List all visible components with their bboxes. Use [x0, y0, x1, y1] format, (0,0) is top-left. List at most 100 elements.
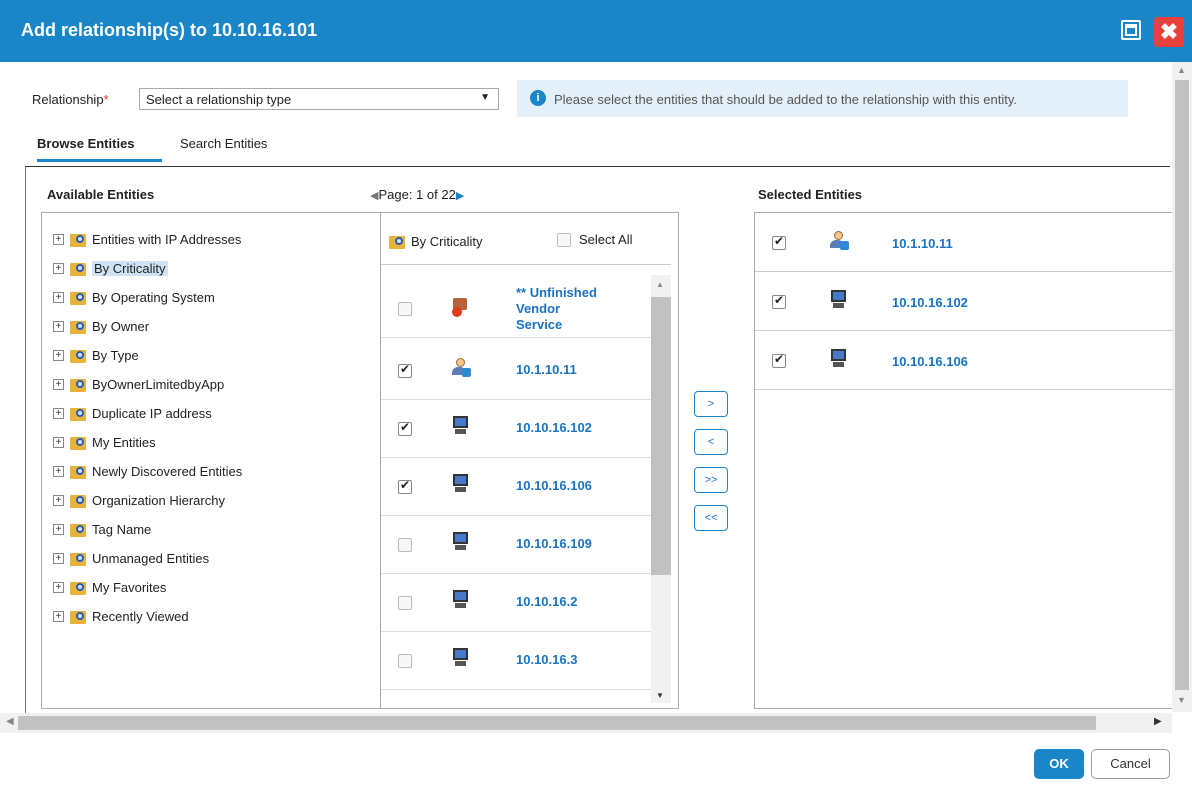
select-all[interactable]: Select All [557, 232, 632, 247]
tree-item-label: Recently Viewed [92, 608, 189, 624]
selected-item[interactable]: 10.1.10.11 [755, 213, 1175, 272]
entity-link[interactable]: 10.10.16.3 [516, 652, 577, 667]
add-selected-button[interactable]: > [694, 391, 728, 417]
tree-item-label: Unmanaged Entities [92, 550, 210, 566]
selected-entity-link[interactable]: 10.1.10.11 [892, 236, 953, 251]
dialog-vertical-scrollbar[interactable]: ▲ ▼ [1172, 62, 1192, 712]
list-item[interactable]: 10.10.16.3 [381, 632, 651, 690]
expand-icon[interactable]: + [53, 349, 64, 361]
dialog-titlebar: Add relationship(s) to 10.10.16.101 ✖ [0, 0, 1192, 62]
entity-link[interactable]: 10.10.16.2 [516, 594, 577, 609]
tree-item-byownerlimitedbyapp[interactable]: + ByOwnerLimitedbyApp [53, 374, 224, 394]
item-checkbox[interactable] [398, 420, 412, 436]
tree-item-duplicate-ip[interactable]: + Duplicate IP address [53, 403, 212, 423]
expand-icon[interactable]: + [53, 552, 64, 564]
selected-entities-header: Selected Entities [758, 187, 863, 202]
expand-icon[interactable]: + [53, 407, 64, 419]
computer-icon [451, 590, 471, 610]
list-item[interactable]: 10.10.16.106 [381, 458, 651, 516]
item-checkbox[interactable] [398, 478, 412, 494]
selected-item[interactable]: 10.10.16.102 [755, 272, 1175, 331]
tree-item-by-owner[interactable]: + By Owner [53, 316, 149, 336]
folder-search-icon [70, 434, 88, 450]
tree-item-my-entities[interactable]: + My Entities [53, 432, 156, 452]
entity-link[interactable]: 10.1.10.11 [516, 362, 577, 377]
item-checkbox[interactable] [398, 538, 412, 552]
tab-search-entities[interactable]: Search Entities [180, 136, 267, 159]
tree-item-by-operating-system[interactable]: + By Operating System [53, 287, 215, 307]
ok-button[interactable]: OK [1034, 749, 1084, 779]
selected-item-checkbox[interactable] [772, 352, 786, 368]
expand-icon[interactable]: + [53, 262, 64, 274]
entity-link[interactable]: 10.10.16.102 [516, 420, 592, 435]
list-item[interactable]: 10.10.16.102 [381, 400, 651, 458]
expand-icon[interactable]: + [53, 610, 64, 622]
expand-icon[interactable]: + [53, 523, 64, 535]
add-all-button[interactable]: >> [694, 467, 728, 493]
expand-icon[interactable]: + [53, 320, 64, 332]
info-text: Please select the entities that should b… [554, 92, 1017, 107]
item-checkbox[interactable] [398, 654, 412, 668]
tree-item-entities-with-ip[interactable]: + Entities with IP Addresses [53, 229, 241, 249]
vertical-scroll-thumb[interactable] [1175, 80, 1189, 690]
list-item[interactable]: ** Unfinished Vendor Service [381, 280, 651, 338]
content-frame-border [25, 166, 26, 713]
selected-entity-link[interactable]: 10.10.16.106 [892, 354, 968, 369]
tree-item-by-criticality[interactable]: + By Criticality [53, 258, 168, 278]
expand-icon[interactable]: + [53, 378, 64, 390]
expand-icon[interactable]: + [53, 436, 64, 448]
tree-item-organization-hierarchy[interactable]: + Organization Hierarchy [53, 490, 225, 510]
list-item[interactable]: 10.10.16.2 [381, 574, 651, 632]
tree-item-label: My Entities [92, 434, 156, 450]
list-scroll-thumb[interactable] [651, 297, 671, 575]
cancel-button[interactable]: Cancel [1091, 749, 1170, 779]
item-checkbox[interactable] [398, 302, 412, 316]
expand-icon[interactable]: + [53, 581, 64, 593]
tree-item-unmanaged-entities[interactable]: + Unmanaged Entities [53, 548, 209, 568]
item-checkbox[interactable] [398, 362, 412, 378]
relationship-type-select[interactable]: Select a relationship type ▼ [139, 88, 499, 110]
expand-icon[interactable]: + [53, 494, 64, 506]
scroll-up-icon[interactable]: ▲ [1177, 65, 1186, 75]
tab-divider [25, 166, 1170, 167]
tree-item-label: Entities with IP Addresses [92, 231, 242, 247]
horizontal-scroll-thumb[interactable] [18, 716, 1096, 730]
selected-item-checkbox[interactable] [772, 293, 786, 309]
scroll-down-icon[interactable]: ▼ [656, 691, 664, 700]
folder-search-icon [70, 463, 88, 479]
entity-link[interactable]: ** Unfinished Vendor Service [516, 285, 597, 333]
remove-all-button[interactable]: << [694, 505, 728, 531]
next-page-icon[interactable]: ▶ [456, 190, 464, 202]
scroll-down-icon[interactable]: ▼ [1177, 695, 1186, 705]
list-item[interactable]: 10.1.10.11 [381, 342, 651, 400]
tree-item-label: By Type [92, 347, 139, 363]
tree-item-label: Duplicate IP address [92, 405, 212, 421]
selected-item[interactable]: 10.10.16.106 [755, 331, 1175, 390]
entity-link[interactable]: 10.10.16.106 [516, 478, 592, 493]
tree-item-tag-name[interactable]: + Tag Name [53, 519, 151, 539]
expand-icon[interactable]: + [53, 291, 64, 303]
list-scrollbar[interactable]: ▲ ▼ [651, 275, 671, 703]
tree-item-by-type[interactable]: + By Type [53, 345, 139, 365]
scroll-up-icon[interactable]: ▲ [656, 280, 664, 289]
expand-icon[interactable]: + [53, 233, 64, 245]
entity-link[interactable]: 10.10.16.109 [516, 536, 592, 551]
tree-item-my-favorites[interactable]: + My Favorites [53, 577, 166, 597]
list-title: By Criticality [389, 233, 483, 249]
maximize-icon[interactable] [1121, 20, 1141, 40]
item-checkbox[interactable] [398, 596, 412, 610]
selected-entity-link[interactable]: 10.10.16.102 [892, 295, 968, 310]
scroll-right-icon[interactable]: ▶ [1154, 716, 1162, 727]
tree-item-recently-viewed[interactable]: + Recently Viewed [53, 606, 189, 626]
select-all-checkbox[interactable] [557, 232, 571, 247]
remove-selected-button[interactable]: < [694, 429, 728, 455]
entity-list-header: By Criticality Select All [381, 213, 671, 263]
expand-icon[interactable]: + [53, 465, 64, 477]
dialog-horizontal-scrollbar[interactable]: ◀ ▶ [0, 713, 1172, 733]
scroll-left-icon[interactable]: ◀ [6, 716, 14, 727]
tree-item-newly-discovered[interactable]: + Newly Discovered Entities [53, 461, 242, 481]
list-item[interactable]: 10.10.16.109 [381, 516, 651, 574]
close-icon[interactable]: ✖ [1154, 17, 1184, 47]
selected-item-checkbox[interactable] [772, 234, 786, 250]
tab-browse-entities[interactable]: Browse Entities [37, 136, 162, 162]
